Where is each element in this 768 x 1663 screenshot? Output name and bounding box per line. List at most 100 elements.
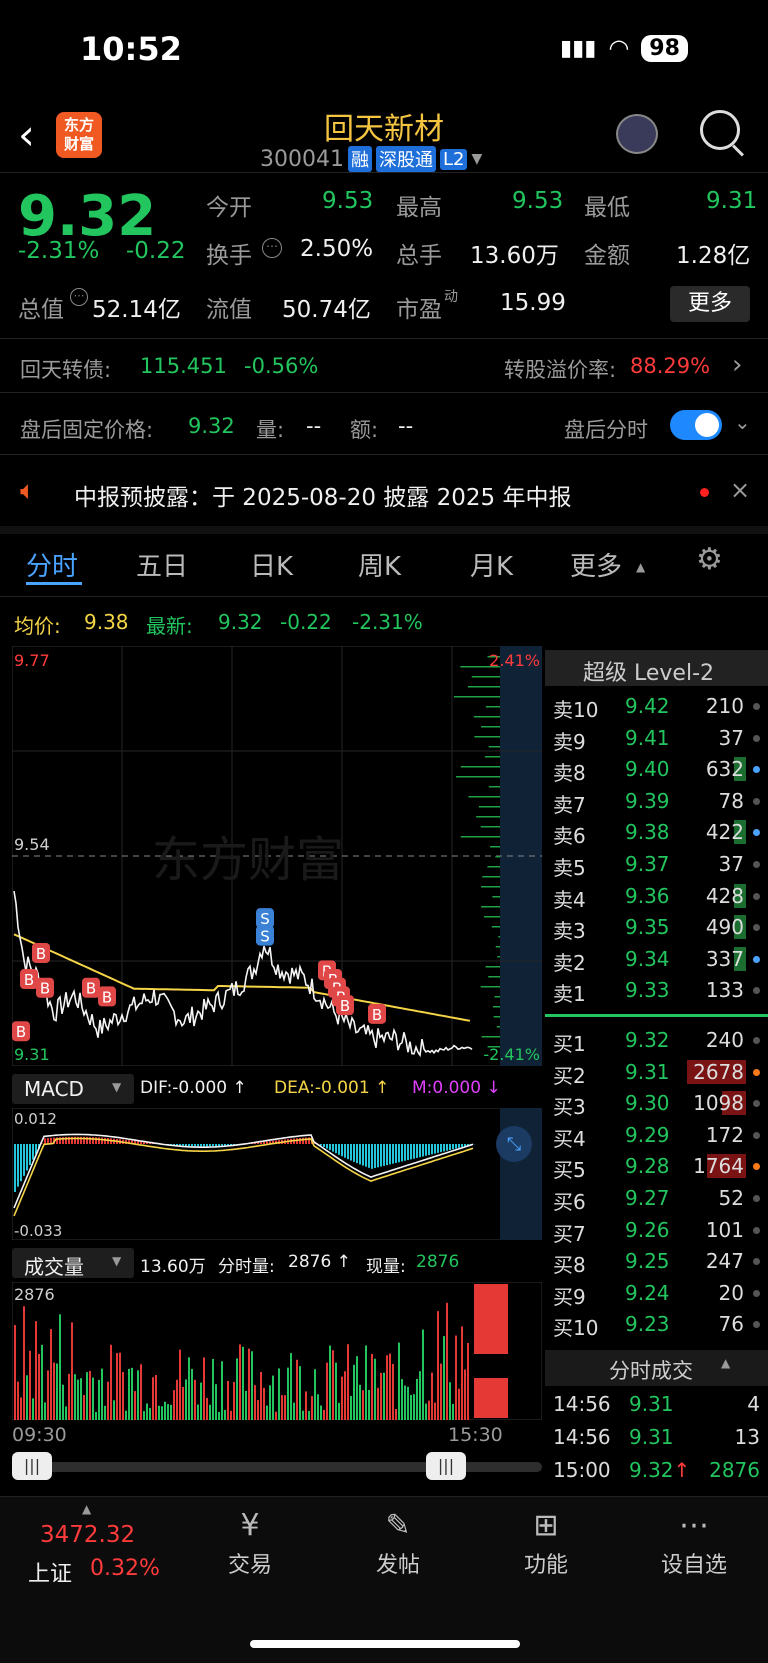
tab-monthly-k[interactable]: 月K: [470, 546, 513, 583]
volume-bar: [116, 1353, 118, 1420]
bond-label[interactable]: 回天转债:: [20, 354, 111, 384]
volume-bar: [119, 1352, 121, 1420]
marker-letter: B: [16, 1023, 26, 1041]
pencil-icon: ✎: [385, 1508, 411, 1543]
volume-bar: [389, 1353, 391, 1420]
ask-row[interactable]: 卖4 9.36 428: [545, 880, 768, 912]
level2-header[interactable]: 超级 Level-2: [545, 650, 768, 686]
depth-bar: [495, 856, 500, 858]
volume-bar: [320, 1405, 322, 1420]
intraday-chart[interactable]: 东方财富 BBBBBBSSBBBBBB 9.77 9.54 9.31 2.41%…: [12, 646, 542, 1066]
volume-bar: [14, 1325, 16, 1420]
tab-more[interactable]: 更多: [570, 546, 622, 583]
tab-daily-k[interactable]: 日K: [250, 546, 293, 583]
latest-label: 最新:: [146, 614, 193, 638]
volume-bar: [305, 1391, 307, 1420]
macd-bar: [365, 1144, 367, 1167]
afterhours-vol-label: 量:: [256, 418, 285, 442]
nav-label: 发帖: [375, 1553, 420, 1578]
tab-five-day[interactable]: 五日: [136, 546, 188, 583]
bid-row[interactable]: 买9 9.24 20: [545, 1277, 768, 1309]
macd-bar: [461, 1144, 463, 1148]
bid-row[interactable]: 买5 9.28 1764: [545, 1150, 768, 1182]
volume-bar: [236, 1358, 238, 1420]
chevron-right-icon[interactable]: ›: [732, 350, 742, 380]
ask-row[interactable]: 卖10 9.42 210: [545, 690, 768, 722]
ask-row[interactable]: 卖7 9.39 78: [545, 785, 768, 817]
info-icon[interactable]: ⋯: [70, 288, 88, 306]
level-label: 卖3: [553, 919, 586, 944]
macd-bar: [392, 1144, 394, 1164]
ask-row[interactable]: 卖8 9.40 632: [545, 753, 768, 785]
depth-bar: [493, 1016, 500, 1018]
volume-bar: [317, 1394, 319, 1420]
grid-icon: ⊞: [533, 1508, 559, 1543]
volume-bar: [251, 1351, 253, 1420]
macd-bar: [455, 1144, 457, 1149]
bid-row[interactable]: 买6 9.27 52: [545, 1182, 768, 1214]
status-dot: [753, 1068, 760, 1076]
info-icon[interactable]: ⋯: [262, 238, 282, 258]
volume-bar: [302, 1410, 304, 1420]
spread-divider: [545, 1014, 768, 1017]
chevron-down-icon[interactable]: ⌄: [734, 410, 751, 434]
volume-bar: [125, 1410, 127, 1420]
tab-weekly-k[interactable]: 周K: [358, 546, 401, 583]
nav-trade[interactable]: ¥ 交易: [200, 1508, 300, 1579]
ticks-header[interactable]: 分时成交 ▲: [545, 1350, 768, 1386]
ask-row[interactable]: 卖6 9.38 422: [545, 816, 768, 848]
level-volume: 78: [718, 788, 744, 813]
volume-bar: [242, 1346, 244, 1420]
macd-bar: [185, 1144, 187, 1146]
range-handle-right[interactable]: |||: [426, 1452, 466, 1480]
notice-text[interactable]: 中报预披露：于 2025-08-20 披露 2025 年中报: [74, 478, 571, 512]
more-button[interactable]: 更多: [670, 286, 750, 322]
volume-bar: [176, 1379, 178, 1420]
bid-row[interactable]: 买1 9.32 240: [545, 1024, 768, 1056]
ticks-list: 14:56 9.31 4 14:56 9.31 13 15:00 9.32↑ 2876: [545, 1390, 768, 1489]
volume-bar: [353, 1364, 355, 1420]
bid-row[interactable]: 买7 9.26 101: [545, 1214, 768, 1246]
afterhours-toggle[interactable]: [670, 410, 722, 440]
macd-bar: [263, 1141, 265, 1144]
volume-bar: [374, 1358, 376, 1420]
bid-row[interactable]: 买2 9.31 2678: [545, 1056, 768, 1088]
open-value: 9.53: [322, 188, 374, 214]
tab-intraday[interactable]: 分时: [26, 546, 78, 583]
volume-bar: [107, 1381, 109, 1420]
volume-bar: [362, 1390, 364, 1420]
volume-chart[interactable]: 2876: [12, 1282, 542, 1420]
index-name[interactable]: 上证: [28, 1556, 72, 1588]
volume-bar: [170, 1404, 172, 1420]
stock-subtitle[interactable]: 300041 融 深股通 L2 ▼: [260, 146, 482, 172]
divider: [0, 338, 768, 339]
ask-row[interactable]: 卖1 9.33 133: [545, 974, 768, 1006]
level-volume: 76: [718, 1312, 744, 1337]
nav-post[interactable]: ✎ 发帖: [348, 1508, 448, 1579]
close-icon[interactable]: ×: [730, 476, 750, 504]
home-indicator[interactable]: [250, 1640, 520, 1648]
gear-icon[interactable]: ⚙: [696, 542, 723, 577]
macd-chart[interactable]: 0.012 -0.033 ⤡: [12, 1108, 542, 1240]
macd-selector[interactable]: MACD ▼: [12, 1074, 134, 1104]
robot-assistant-icon[interactable]: [616, 114, 658, 154]
bid-row[interactable]: 买8 9.25 247: [545, 1245, 768, 1277]
index-value[interactable]: 3472.32: [40, 1522, 135, 1548]
nav-watchlist[interactable]: ⋯ 设自选: [644, 1508, 744, 1579]
level-label: 卖2: [553, 950, 586, 975]
ask-row[interactable]: 卖9 9.41 37: [545, 722, 768, 754]
range-handle-left[interactable]: |||: [12, 1452, 52, 1480]
ask-row[interactable]: 卖5 9.37 37: [545, 848, 768, 880]
volume-selector[interactable]: 成交量 ▼: [12, 1248, 134, 1279]
bid-row[interactable]: 买3 9.30 1098: [545, 1087, 768, 1119]
macd-bar: [299, 1138, 301, 1144]
nav-functions[interactable]: ⊞ 功能: [496, 1508, 596, 1579]
bid-row[interactable]: 买10 9.23 76: [545, 1308, 768, 1340]
chevron-down-icon: ▼: [471, 151, 483, 167]
ask-row[interactable]: 卖3 9.35 490: [545, 911, 768, 943]
more-dots-icon: ⋯: [679, 1508, 709, 1543]
afterhours-price: 9.32: [188, 414, 235, 438]
bid-row[interactable]: 买4 9.29 172: [545, 1119, 768, 1151]
ask-row[interactable]: 卖2 9.34 337: [545, 943, 768, 975]
search-icon[interactable]: [700, 110, 740, 150]
